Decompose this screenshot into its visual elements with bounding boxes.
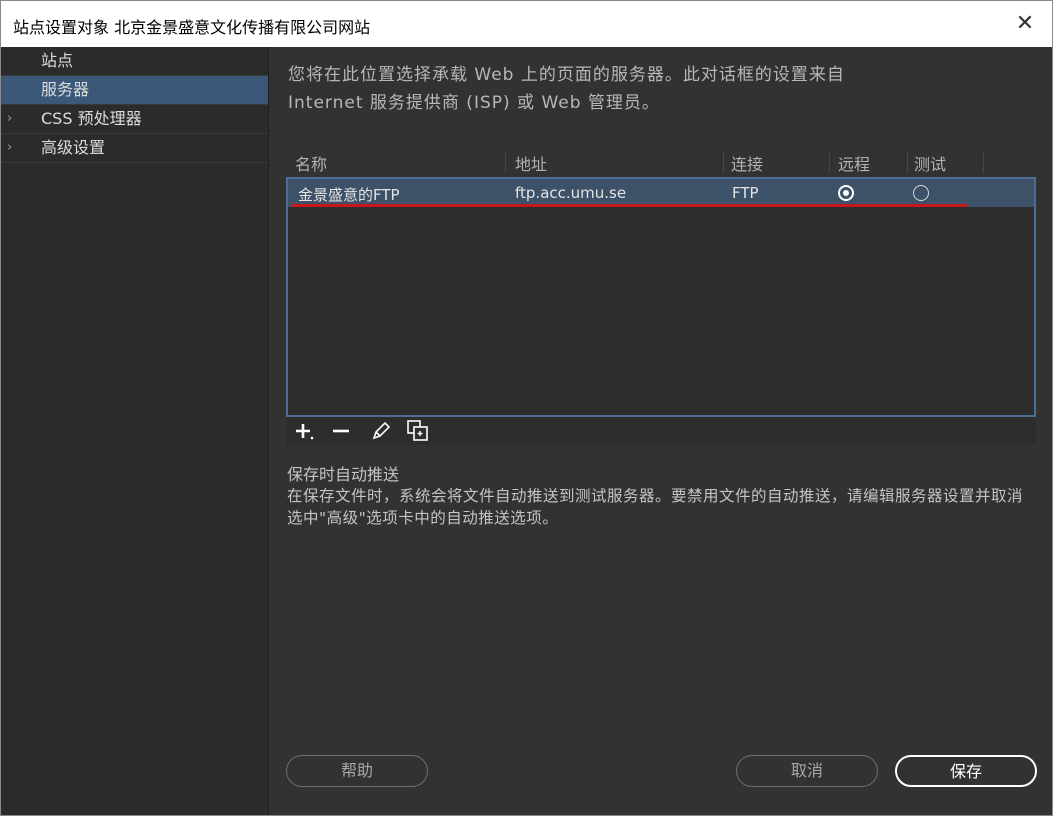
column-divider — [723, 151, 724, 173]
chevron-right-icon[interactable]: › — [7, 105, 12, 133]
sidebar-item-site[interactable]: 站点 — [1, 47, 268, 76]
minus-icon[interactable] — [329, 419, 355, 443]
help-button[interactable]: 帮助 — [286, 755, 428, 787]
title-bar: 站点设置对象 北京金景盛意文化传播有限公司网站 ✕ — [1, 1, 1052, 47]
column-header-address[interactable]: 地址 — [515, 151, 547, 175]
sidebar-item-advanced-settings[interactable]: › 高级设置 — [1, 134, 268, 163]
sidebar-item-label: 服务器 — [41, 80, 90, 99]
column-header-connection[interactable]: 连接 — [731, 151, 763, 175]
intro-text: 您将在此位置选择承载 Web 上的页面的服务器。此对话框的设置来自 Intern… — [288, 61, 988, 117]
table-header: 名称 地址 连接 远程 测试 — [286, 147, 1036, 177]
main-panel: 您将在此位置选择承载 Web 上的页面的服务器。此对话框的设置来自 Intern… — [269, 47, 1052, 815]
cancel-button[interactable]: 取消 — [736, 755, 878, 787]
intro-line-1: 您将在此位置选择承载 Web 上的页面的服务器。此对话框的设置来自 — [288, 65, 845, 85]
sidebar-item-css-preprocessors[interactable]: › CSS 预处理器 — [1, 105, 268, 134]
pencil-icon[interactable] — [368, 419, 394, 443]
save-button[interactable]: 保存 — [895, 755, 1037, 787]
red-underline-annotation — [292, 204, 968, 207]
dialog-title: 站点设置对象 北京金景盛意文化传播有限公司网站 — [13, 18, 371, 37]
column-divider — [907, 151, 908, 173]
sidebar-item-servers[interactable]: 服务器 — [1, 76, 268, 105]
remote-radio[interactable] — [838, 185, 854, 201]
sidebar-item-label: 站点 — [41, 51, 74, 70]
server-name-cell: 金景盛意的FTP — [298, 186, 400, 204]
server-table: 名称 地址 连接 远程 测试 金景盛意的FTP ftp.acc.umu.se F… — [286, 147, 1036, 417]
column-header-test[interactable]: 测试 — [914, 151, 946, 175]
column-header-remote[interactable]: 远程 — [838, 151, 870, 175]
column-divider — [983, 151, 984, 173]
autopush-description: 在保存文件时，系统会将文件自动推送到测试服务器。要禁用文件的自动推送，请编辑服务… — [287, 487, 1024, 527]
server-connection-cell: FTP — [732, 184, 759, 202]
table-body: 金景盛意的FTP ftp.acc.umu.se FTP — [286, 177, 1036, 417]
column-divider — [505, 151, 506, 173]
sidebar: 站点 服务器 › CSS 预处理器 › 高级设置 — [1, 47, 269, 815]
column-divider — [829, 151, 830, 173]
server-toolbar — [286, 417, 1036, 445]
chevron-right-icon[interactable]: › — [7, 134, 12, 162]
sidebar-item-label: 高级设置 — [41, 138, 106, 157]
test-radio[interactable] — [913, 185, 929, 201]
server-address-cell: ftp.acc.umu.se — [515, 184, 627, 202]
plus-icon[interactable] — [292, 419, 318, 443]
intro-line-2: Internet 服务提供商 (ISP) 或 Web 管理员。 — [288, 93, 660, 113]
table-row[interactable]: 金景盛意的FTP ftp.acc.umu.se FTP — [288, 179, 1034, 207]
sidebar-item-label: CSS 预处理器 — [41, 109, 142, 128]
autopush-title: 保存时自动推送 — [287, 465, 400, 484]
site-setup-dialog: 站点设置对象 北京金景盛意文化传播有限公司网站 ✕ 站点 服务器 › CSS 预… — [0, 0, 1053, 816]
column-header-name[interactable]: 名称 — [295, 151, 327, 175]
close-icon[interactable]: ✕ — [1008, 7, 1042, 41]
duplicate-icon[interactable] — [405, 419, 431, 443]
